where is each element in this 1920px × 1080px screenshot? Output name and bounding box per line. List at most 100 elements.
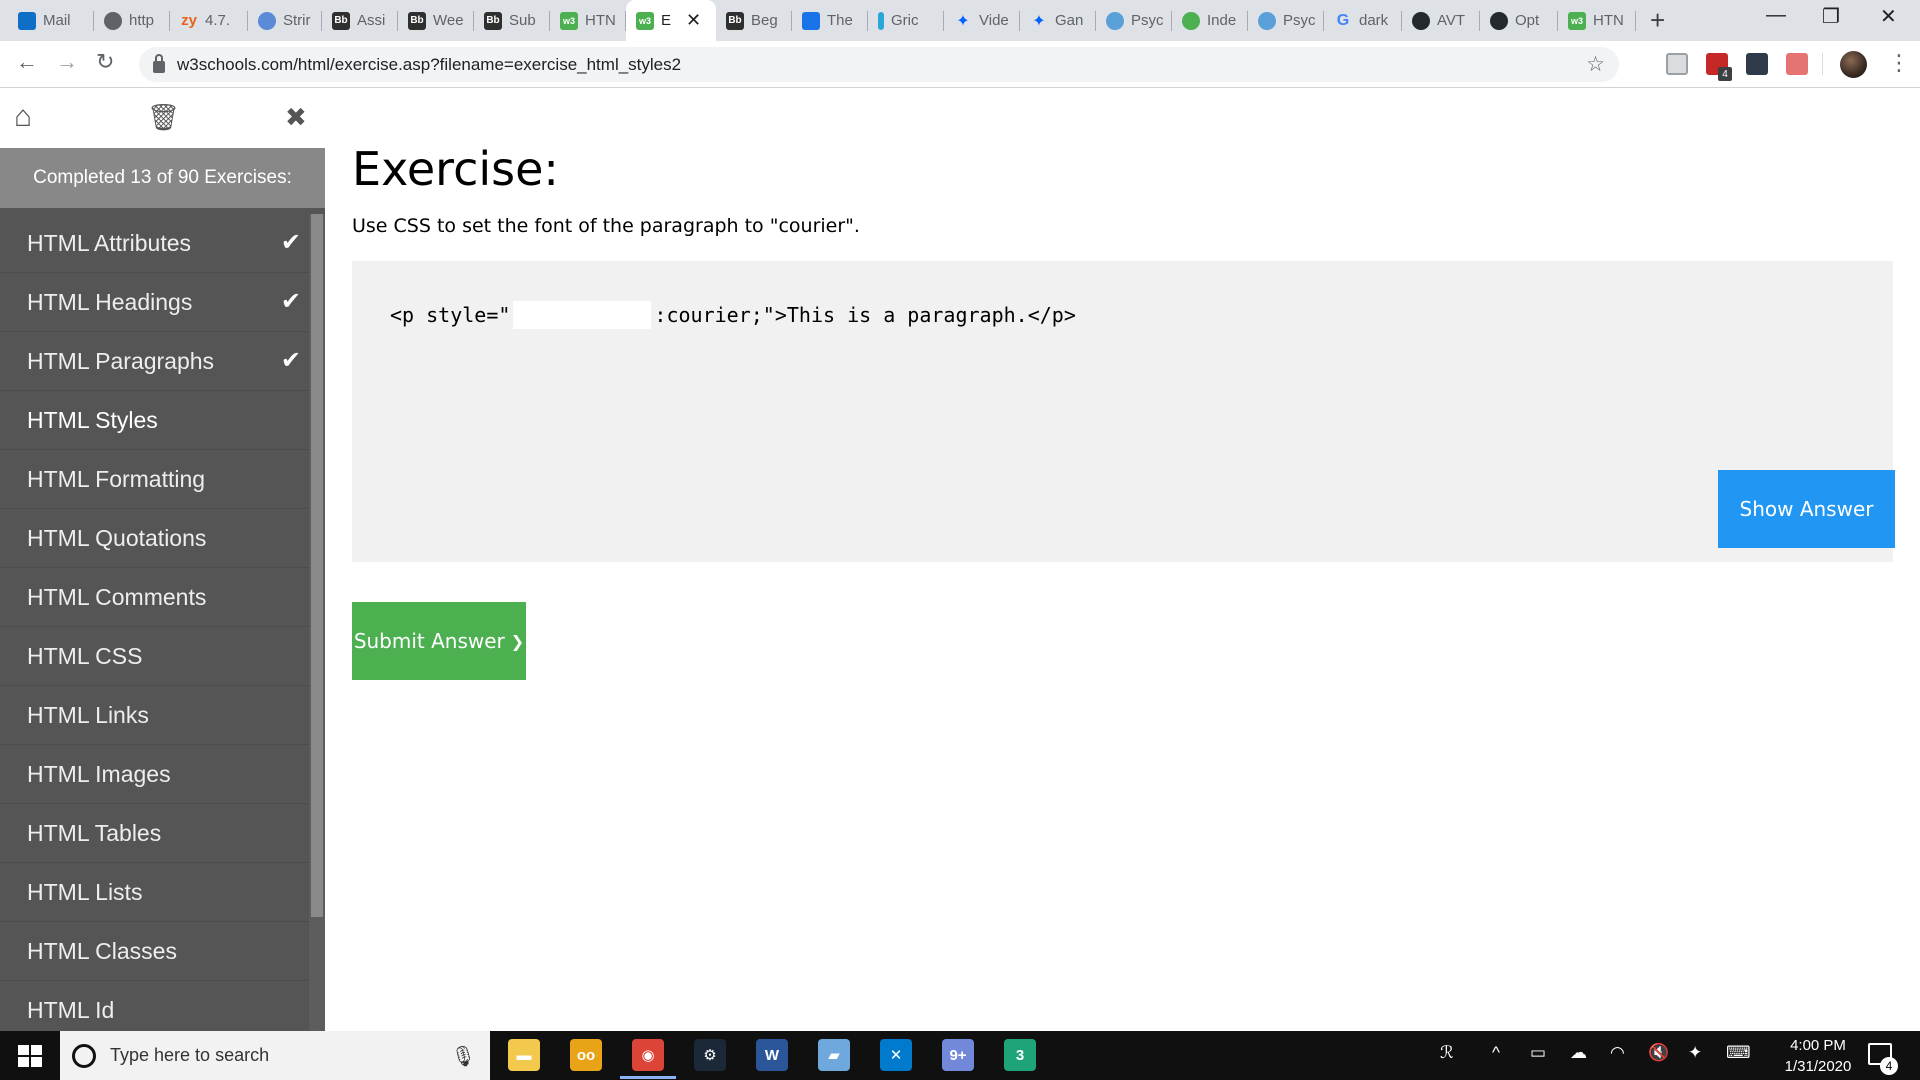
browser-tab[interactable]: AVT [1402, 0, 1480, 41]
volume-muted-icon[interactable]: 🔇 [1648, 1043, 1669, 1063]
sidebar-item[interactable]: HTML Styles [0, 391, 309, 450]
browser-tab[interactable]: http [94, 0, 170, 41]
address-text[interactable]: w3schools.com/html/exercise.asp?filename… [177, 55, 681, 75]
browser-tab[interactable]: w3 HTN [550, 0, 626, 41]
code-line: <p style=" :courier;">This is a paragrap… [390, 301, 1076, 329]
taskbar-search-placeholder[interactable]: Type here to search [110, 1045, 269, 1066]
close-icon[interactable]: ✖ [285, 102, 307, 133]
sidebar-item[interactable]: HTML Links [0, 686, 309, 745]
sidebar-item-label: HTML Id [27, 996, 115, 1023]
sidebar-item-label: HTML Paragraphs [27, 347, 215, 374]
browser-tab[interactable]: Mail [8, 0, 94, 41]
dropbox-tray-icon[interactable]: ✦ [1688, 1043, 1702, 1063]
browser-tab[interactable]: Psyc [1096, 0, 1172, 41]
chevron-right-icon: ❯ [510, 631, 525, 651]
reload-icon[interactable]: ↻ [96, 49, 114, 75]
new-tab-icon[interactable]: + [1650, 5, 1665, 36]
sidebar-item[interactable]: HTML Formatting [0, 450, 309, 509]
submit-answer-button[interactable]: Submit Answer ❯ [352, 602, 526, 680]
sidebar-item[interactable]: HTML CSS [0, 627, 309, 686]
word-icon[interactable]: W [756, 1039, 788, 1071]
microphone-icon[interactable]: 🎙 [451, 1044, 476, 1069]
browser-tab[interactable]: The [792, 0, 868, 41]
sidebar-item-label: HTML Attributes [27, 229, 192, 256]
profile-avatar[interactable] [1840, 51, 1867, 78]
address-bar[interactable]: w3schools.com/html/exercise.asp?filename… [139, 47, 1619, 82]
page-title: Exercise: [352, 142, 559, 196]
sidebar-item[interactable]: HTML Tables [0, 804, 309, 863]
windows-start-icon[interactable] [18, 1045, 42, 1067]
browser-tab[interactable]: Strir [248, 0, 322, 41]
browser-tab[interactable]: Inde [1172, 0, 1248, 41]
sidebar-item[interactable]: HTML Id [0, 981, 309, 1031]
tray-chevron-icon[interactable]: ^ [1492, 1043, 1500, 1063]
discord-icon[interactable]: 9+ [942, 1039, 974, 1071]
sidebar-item[interactable]: HTML Comments [0, 568, 309, 627]
steam-icon[interactable]: ⚙ [694, 1039, 726, 1071]
taskbar-search-box[interactable]: Type here to search 🎙 [60, 1031, 490, 1080]
sidebar-scrollbar[interactable] [309, 214, 325, 1031]
browser-menu-icon[interactable]: ⋮ [1888, 50, 1910, 76]
google-icon: G [1336, 11, 1350, 29]
bookmark-star-icon[interactable]: ☆ [1586, 52, 1605, 77]
ooo-icon[interactable]: oo [570, 1039, 602, 1071]
browser-tab[interactable]: Bb Wee [398, 0, 474, 41]
home-icon[interactable]: ⌂ [14, 100, 32, 134]
battery-icon[interactable]: ▭ [1530, 1043, 1546, 1063]
sidebar-item[interactable]: HTML Classes [0, 922, 309, 981]
lock-icon[interactable] [153, 53, 165, 73]
trash-icon[interactable]: 🗑 [147, 102, 180, 133]
sidebar-item[interactable]: HTML Images [0, 745, 309, 804]
show-answer-button[interactable]: Show Answer [1718, 470, 1895, 548]
browser-tab-label: HTN [1593, 12, 1624, 29]
browser-tab[interactable]: ✦ Gan [1020, 0, 1096, 41]
keyboard-icon[interactable]: ⌨ [1726, 1043, 1751, 1063]
answer-input[interactable] [513, 301, 652, 329]
chrome-icon[interactable]: ◉ [620, 1039, 676, 1079]
outlook-icon [18, 11, 36, 30]
browser-tab[interactable]: Gric [868, 0, 944, 41]
browser-tab[interactable]: Bb Beg [716, 0, 792, 41]
codeblocks-icon[interactable]: 3 [1004, 1039, 1036, 1071]
back-icon[interactable]: ← [16, 49, 38, 75]
browser-tab-label: Vide [979, 12, 1009, 29]
sidebar-scrollbar-thumb[interactable] [311, 214, 323, 917]
browser-tab[interactable]: Opt [1480, 0, 1558, 41]
sidebar-item[interactable]: HTML Headings ✔ [0, 273, 309, 332]
sidebar-item[interactable]: HTML Lists [0, 863, 309, 922]
page-extension-icon[interactable] [1666, 53, 1688, 75]
exercise-instruction: Use CSS to set the font of the paragraph… [352, 215, 860, 237]
minimize-window-icon[interactable]: — [1766, 4, 1786, 27]
sidebar-item[interactable]: HTML Attributes ✔ [0, 214, 309, 273]
people-icon[interactable]: ℛ [1440, 1043, 1454, 1063]
browser-tab[interactable]: Bb Sub [474, 0, 550, 41]
browser-tab-label: Beg [751, 12, 778, 29]
browser-tab-label: http [129, 12, 155, 29]
browser-tab[interactable]: ✦ Vide [944, 0, 1020, 41]
browser-tab[interactable]: Psyc [1248, 0, 1324, 41]
onedrive-icon[interactable]: ☁ [1570, 1043, 1587, 1063]
pdf-extension-icon[interactable] [1786, 53, 1808, 75]
browser-tab[interactable]: Bb Assi [322, 0, 398, 41]
cortana-icon[interactable] [72, 1043, 96, 1068]
browser-tab-label: Psyc [1131, 12, 1164, 29]
wifi-icon[interactable]: ◠ [1610, 1043, 1625, 1063]
browser-tab-label: 4.7. [205, 12, 231, 29]
lastpass-extension-icon[interactable] [1746, 53, 1768, 75]
sidebar-item[interactable]: HTML Paragraphs ✔ [0, 332, 309, 391]
forward-icon[interactable]: → [56, 49, 78, 75]
maximize-window-icon[interactable]: ❐ [1822, 4, 1840, 29]
close-tab-icon[interactable]: ✕ [686, 10, 701, 31]
browser-tab[interactable]: Gdark [1324, 0, 1402, 41]
sidebar-item[interactable]: HTML Quotations [0, 509, 309, 568]
browser-tab[interactable]: w3 E ✕ [626, 0, 716, 41]
system-clock[interactable]: 4:00 PM 1/31/2020 [1768, 1035, 1868, 1077]
dropbox-icon: ✦ [1032, 12, 1046, 30]
browser-tab[interactable]: zy 4.7. [170, 0, 248, 41]
vscode-icon[interactable]: ✕ [880, 1039, 912, 1071]
file-explorer-icon[interactable]: ▬ [508, 1039, 540, 1071]
browser-tab[interactable]: w3 HTN [1558, 0, 1636, 41]
grid-icon [878, 11, 884, 30]
close-window-icon[interactable]: ✕ [1880, 4, 1897, 29]
notepad-icon[interactable]: ▰ [818, 1039, 850, 1071]
